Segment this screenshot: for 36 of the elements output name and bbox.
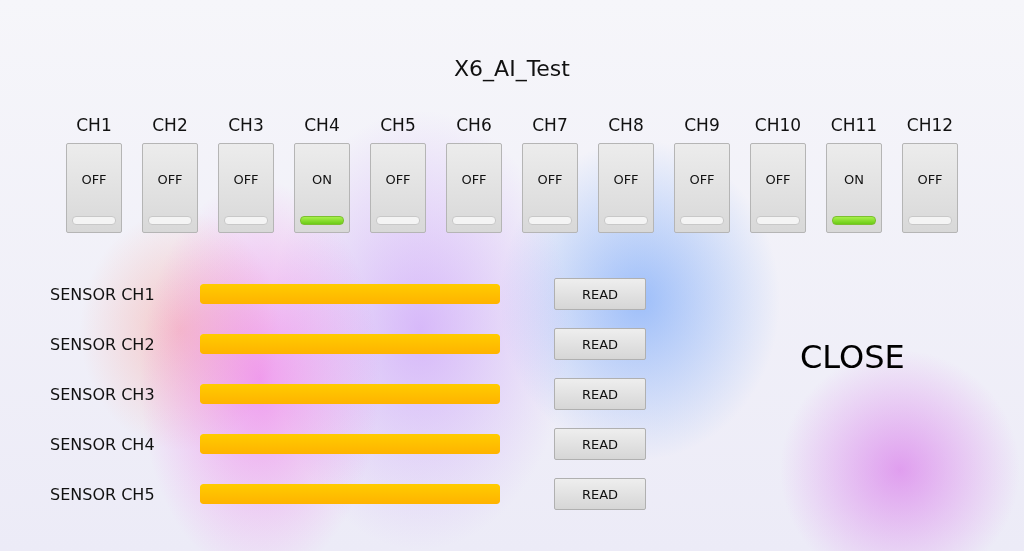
toggle-button[interactable]: OFF bbox=[142, 143, 198, 233]
sensor-label: SENSOR CH1 bbox=[50, 284, 156, 304]
toggle-button[interactable]: OFF bbox=[446, 143, 502, 233]
channel-label: CH1 bbox=[76, 114, 112, 137]
channel-label: CH4 bbox=[304, 114, 340, 137]
read-button[interactable]: READ bbox=[554, 378, 646, 410]
channel-label: CH6 bbox=[456, 114, 492, 137]
sensor-label: SENSOR CH5 bbox=[50, 484, 156, 504]
toggle-button[interactable]: OFF bbox=[218, 143, 274, 233]
window-title: X6_AI_Test bbox=[453, 55, 571, 83]
sensor-label: SENSOR CH3 bbox=[50, 384, 156, 404]
toggle-button[interactable]: OFF bbox=[598, 143, 654, 233]
toggle-button[interactable]: OFF bbox=[370, 143, 426, 233]
channel-label: CH3 bbox=[228, 114, 264, 137]
sensor-label: SENSOR CH4 bbox=[50, 434, 156, 454]
toggle-button[interactable]: OFF bbox=[66, 143, 122, 233]
toggle-button[interactable]: OFF bbox=[522, 143, 578, 233]
channel-label: CH7 bbox=[532, 114, 568, 137]
toggle-button[interactable]: ON bbox=[826, 143, 882, 233]
read-button[interactable]: READ bbox=[554, 278, 646, 310]
toggle-button[interactable]: OFF bbox=[674, 143, 730, 233]
channel-label: CH5 bbox=[380, 114, 416, 137]
channel-label: CH2 bbox=[152, 114, 188, 137]
toggle-button[interactable]: OFF bbox=[750, 143, 806, 233]
read-button[interactable]: READ bbox=[554, 328, 646, 360]
toggle-button[interactable]: OFF bbox=[902, 143, 958, 233]
toggle-button[interactable]: ON bbox=[294, 143, 350, 233]
close-button[interactable]: CLOSE bbox=[800, 338, 905, 376]
channel-label: CH11 bbox=[830, 114, 878, 137]
channel-label: CH8 bbox=[608, 114, 644, 137]
sensor-label: SENSOR CH2 bbox=[50, 334, 156, 354]
read-button[interactable]: READ bbox=[554, 428, 646, 460]
channel-label: CH10 bbox=[754, 114, 802, 137]
channel-label: CH12 bbox=[906, 114, 954, 137]
read-button[interactable]: READ bbox=[554, 478, 646, 510]
channel-label: CH9 bbox=[684, 114, 720, 137]
